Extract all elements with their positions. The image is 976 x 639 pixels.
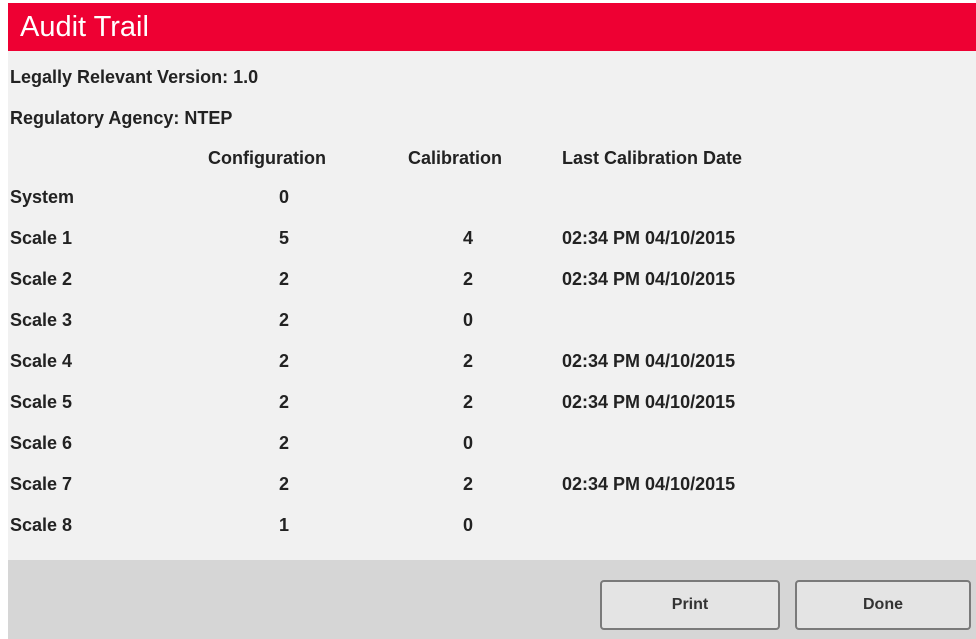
header-last-calibration-date: Last Calibration Date bbox=[562, 148, 743, 168]
cell-configuration: 5 bbox=[278, 228, 289, 248]
cell-configuration: 2 bbox=[278, 269, 289, 289]
cell-name: Scale 8 bbox=[10, 515, 73, 535]
agency-line: Regulatory Agency: NTEP bbox=[10, 108, 233, 128]
cell-date: 02:34 PM 04/10/2015 bbox=[562, 269, 736, 289]
cell-calibration: 0 bbox=[462, 310, 473, 330]
cell-name: Scale 7 bbox=[10, 474, 73, 494]
cell-name: Scale 2 bbox=[10, 269, 73, 289]
cell-name: Scale 6 bbox=[10, 433, 73, 453]
print-button[interactable]: Print bbox=[600, 580, 780, 630]
cell-configuration: 2 bbox=[278, 351, 289, 371]
cell-configuration: 2 bbox=[278, 433, 289, 453]
cell-name: Scale 1 bbox=[10, 228, 73, 248]
cell-date: 02:34 PM 04/10/2015 bbox=[562, 474, 736, 494]
cell-configuration: 0 bbox=[278, 187, 289, 207]
cell-calibration: 0 bbox=[462, 515, 473, 535]
cell-configuration: 1 bbox=[278, 515, 289, 535]
audit-trail-window: Audit Trail Legally Relevant Version: 1.… bbox=[8, 3, 976, 639]
cell-calibration: 2 bbox=[462, 474, 473, 494]
cell-configuration: 2 bbox=[278, 474, 289, 494]
cell-date: 02:34 PM 04/10/2015 bbox=[562, 392, 736, 412]
title-bar: Audit Trail bbox=[8, 3, 976, 51]
cell-name: Scale 3 bbox=[10, 310, 73, 330]
cell-name: System bbox=[10, 187, 75, 207]
cell-calibration: 4 bbox=[462, 228, 473, 248]
version-line: Legally Relevant Version: 1.0 bbox=[10, 67, 259, 87]
cell-calibration: 2 bbox=[462, 351, 473, 371]
cell-date: 02:34 PM 04/10/2015 bbox=[562, 351, 736, 371]
cell-configuration: 2 bbox=[278, 310, 289, 330]
header-calibration: Calibration bbox=[408, 148, 503, 168]
cell-calibration: 0 bbox=[462, 433, 473, 453]
button-bar: Print Done bbox=[8, 560, 976, 639]
cell-configuration: 2 bbox=[278, 392, 289, 412]
cell-name: Scale 5 bbox=[10, 392, 73, 412]
cell-calibration: 2 bbox=[462, 392, 473, 412]
header-configuration: Configuration bbox=[208, 148, 326, 168]
cell-date: 02:34 PM 04/10/2015 bbox=[562, 228, 736, 248]
window-title: Audit Trail bbox=[20, 11, 149, 43]
cell-name: Scale 4 bbox=[10, 351, 73, 371]
done-button[interactable]: Done bbox=[795, 580, 971, 630]
cell-calibration: 2 bbox=[462, 269, 473, 289]
